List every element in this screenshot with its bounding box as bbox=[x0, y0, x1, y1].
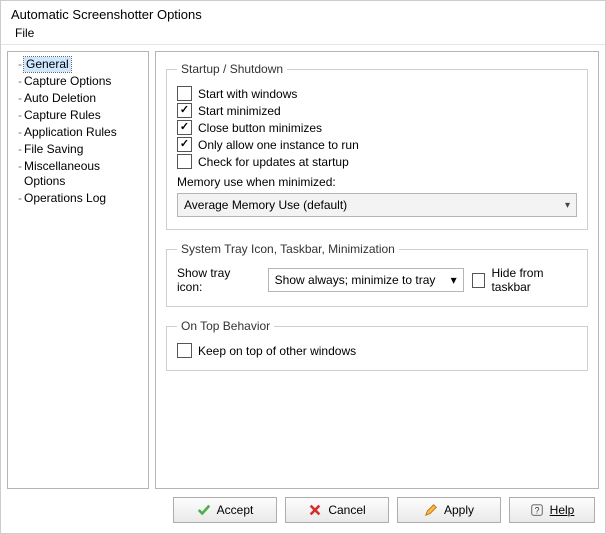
settings-panel: Startup / Shutdown Start with windows St… bbox=[155, 51, 599, 489]
tree-dash-icon: - bbox=[18, 159, 22, 174]
select-value: Average Memory Use (default) bbox=[184, 198, 347, 212]
pencil-icon bbox=[424, 503, 438, 517]
chk-check-updates[interactable]: Check for updates at startup bbox=[177, 154, 577, 169]
chk-hide-from-taskbar[interactable]: Hide from taskbar bbox=[472, 266, 577, 294]
checkbox-icon bbox=[472, 273, 486, 288]
window-title: Automatic Screenshotter Options bbox=[1, 1, 605, 24]
group-system-tray: System Tray Icon, Taskbar, Minimization … bbox=[166, 242, 588, 307]
group-startup-legend: Startup / Shutdown bbox=[177, 62, 287, 76]
tree-dash-icon: - bbox=[18, 142, 22, 157]
tree-dash-icon: - bbox=[18, 108, 22, 123]
help-button[interactable]: ? Help bbox=[509, 497, 595, 523]
label-memory-use: Memory use when minimized: bbox=[177, 175, 577, 189]
svg-text:?: ? bbox=[534, 506, 539, 516]
checkbox-icon bbox=[177, 137, 192, 152]
select-value: Show always; minimize to tray bbox=[275, 273, 436, 287]
chevron-down-icon: ▾ bbox=[565, 200, 570, 211]
group-startup-shutdown: Startup / Shutdown Start with windows St… bbox=[166, 62, 588, 230]
group-tray-legend: System Tray Icon, Taskbar, Minimization bbox=[177, 242, 399, 256]
chevron-down-icon: ▾ bbox=[451, 273, 457, 287]
accept-button[interactable]: Accept bbox=[173, 497, 277, 523]
tree-dash-icon: - bbox=[18, 125, 22, 140]
category-tree[interactable]: -General -Capture Options -Auto Deletion… bbox=[7, 51, 149, 489]
checkbox-icon bbox=[177, 120, 192, 135]
nav-item-file-saving[interactable]: -File Saving bbox=[8, 141, 148, 158]
nav-item-application-rules[interactable]: -Application Rules bbox=[8, 124, 148, 141]
checkbox-icon bbox=[177, 154, 192, 169]
group-on-top: On Top Behavior Keep on top of other win… bbox=[166, 319, 588, 371]
apply-button[interactable]: Apply bbox=[397, 497, 501, 523]
checkbox-icon bbox=[177, 86, 192, 101]
tree-dash-icon: - bbox=[18, 74, 22, 89]
nav-item-auto-deletion[interactable]: -Auto Deletion bbox=[8, 90, 148, 107]
chk-start-with-windows[interactable]: Start with windows bbox=[177, 86, 577, 101]
nav-item-general[interactable]: -General bbox=[8, 56, 148, 73]
check-icon bbox=[197, 503, 211, 517]
chk-start-minimized[interactable]: Start minimized bbox=[177, 103, 577, 118]
nav-item-operations-log[interactable]: -Operations Log bbox=[8, 190, 148, 207]
menubar: File bbox=[1, 24, 605, 45]
help-icon: ? bbox=[530, 503, 544, 517]
label-show-tray-icon: Show tray icon: bbox=[177, 266, 252, 294]
close-icon bbox=[308, 503, 322, 517]
dialog-buttons: Accept Cancel Apply ? Help bbox=[1, 489, 605, 533]
checkbox-icon bbox=[177, 343, 192, 358]
checkbox-icon bbox=[177, 103, 192, 118]
cancel-button[interactable]: Cancel bbox=[285, 497, 389, 523]
chk-single-instance[interactable]: Only allow one instance to run bbox=[177, 137, 577, 152]
tree-dash-icon: - bbox=[18, 91, 22, 106]
select-tray-mode[interactable]: Show always; minimize to tray ▾ bbox=[268, 268, 464, 292]
tree-dash-icon: - bbox=[18, 191, 22, 206]
menu-file[interactable]: File bbox=[11, 24, 38, 42]
nav-item-misc-options[interactable]: -Miscellaneous Options bbox=[8, 158, 148, 190]
nav-item-capture-options[interactable]: -Capture Options bbox=[8, 73, 148, 90]
chk-close-minimizes[interactable]: Close button minimizes bbox=[177, 120, 577, 135]
select-memory-use[interactable]: Average Memory Use (default) ▾ bbox=[177, 193, 577, 217]
options-dialog: Automatic Screenshotter Options File -Ge… bbox=[0, 0, 606, 534]
group-ontop-legend: On Top Behavior bbox=[177, 319, 274, 333]
nav-item-capture-rules[interactable]: -Capture Rules bbox=[8, 107, 148, 124]
chk-keep-on-top[interactable]: Keep on top of other windows bbox=[177, 343, 577, 358]
tree-dash-icon: - bbox=[18, 57, 22, 72]
dialog-body: -General -Capture Options -Auto Deletion… bbox=[1, 45, 605, 489]
